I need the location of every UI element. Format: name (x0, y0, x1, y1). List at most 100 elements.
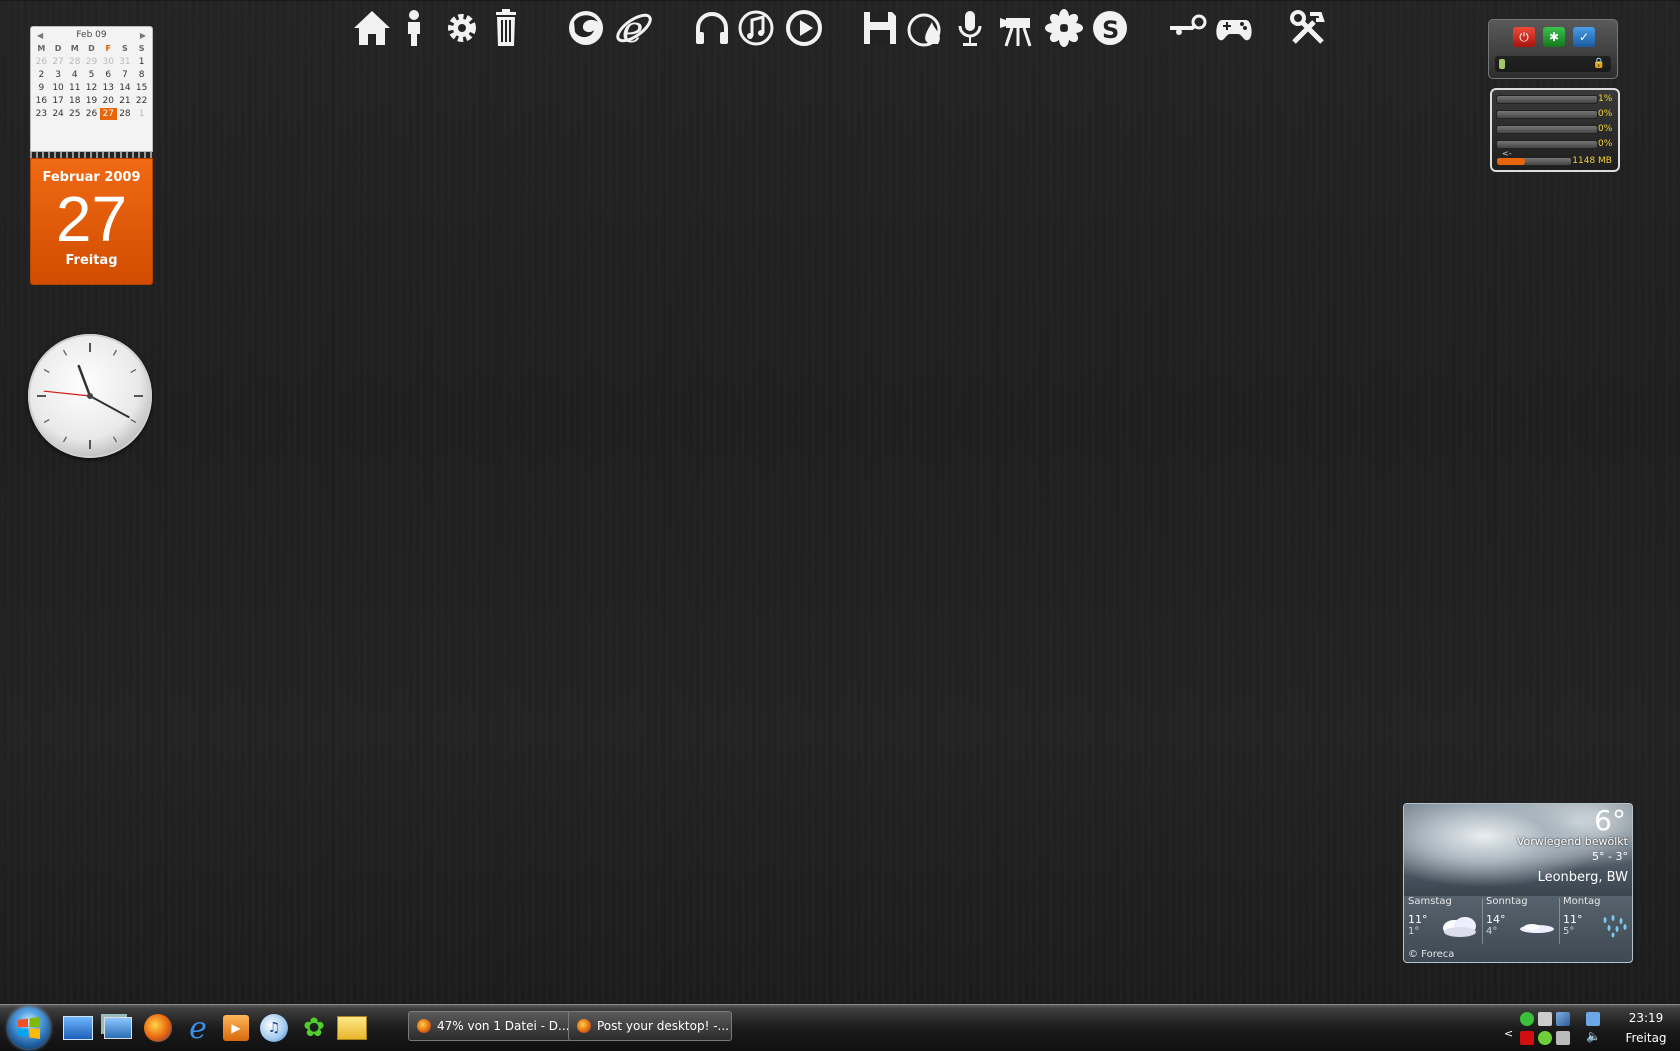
calendar-day-cell[interactable]: 19 (83, 95, 100, 107)
network-tray-icon[interactable] (1556, 1012, 1570, 1026)
video-camera-icon[interactable] (996, 6, 1040, 50)
partly-cloudy-icon (1520, 924, 1554, 933)
calendar-day-cell[interactable]: 27 (99, 108, 117, 120)
sleep-check-icon[interactable]: ✓ (1573, 27, 1595, 47)
calendar-day-cell[interactable]: 15 (133, 82, 150, 94)
calendar-gadget[interactable]: ◀ Feb 09 ▶ M D M D F S S 26 27 28 29 30 31 1 2 3 4 5 6 7 8 9 1… (30, 26, 153, 285)
show-desktop-icon[interactable] (62, 1012, 94, 1044)
media-player-icon[interactable] (782, 6, 826, 50)
icq-icon[interactable]: ✿ (298, 1012, 330, 1044)
calendar-day-cell[interactable]: 21 (117, 95, 134, 107)
headphones-icon[interactable] (690, 6, 734, 50)
start-button[interactable] (8, 1007, 50, 1049)
forecast-divider (1482, 898, 1483, 944)
lock-icon[interactable]: 🔒 (1593, 58, 1605, 69)
calendar-day-cell[interactable]: 29 (83, 56, 100, 68)
forecast-day: Samstag 11° 1° (1408, 896, 1482, 946)
burner-flame-icon[interactable] (904, 6, 948, 50)
calendar-day-cell[interactable]: 1 (133, 108, 150, 120)
firefox-icon[interactable] (564, 6, 608, 50)
steam-tray-icon[interactable] (1538, 1012, 1552, 1026)
taskbar-clock[interactable]: 23:19 Freitag (1618, 1008, 1674, 1048)
microphone-icon[interactable] (948, 6, 992, 50)
user-icon[interactable] (392, 6, 436, 50)
weather-temperature: 6° (1594, 804, 1626, 837)
display-tray-icon[interactable] (1586, 1012, 1600, 1026)
calendar-day-cell[interactable]: 1 (133, 56, 150, 68)
icq-flower-icon[interactable] (1042, 6, 1086, 50)
calendar-day-cell[interactable]: 6 (100, 69, 117, 81)
calendar-day-cell[interactable]: 20 (100, 95, 117, 107)
itunes-icon[interactable] (734, 6, 778, 50)
cpu-core-bar (1496, 124, 1598, 134)
memory-bar-fill (1497, 157, 1526, 165)
media-center-icon[interactable]: ▶ (220, 1012, 252, 1044)
calendar-day-cell[interactable]: 3 (50, 69, 67, 81)
skype-icon[interactable]: S (1088, 6, 1132, 50)
gamepad-icon[interactable] (1212, 6, 1256, 50)
calendar-day-cell[interactable]: 13 (100, 82, 117, 94)
calendar-day-cell[interactable]: 10 (50, 82, 67, 94)
internet-explorer-icon[interactable]: e (182, 1011, 214, 1046)
home-icon[interactable] (350, 6, 394, 50)
forecast-day-name: Sonntag (1486, 896, 1528, 907)
trash-icon[interactable] (484, 6, 528, 50)
calendar-day-cell[interactable]: 24 (50, 108, 67, 120)
calendar-day-cell[interactable]: 25 (66, 108, 83, 120)
clock-gadget[interactable] (28, 334, 152, 458)
calendar-day-cell[interactable]: 5 (83, 69, 100, 81)
calendar-day-cell[interactable]: 30 (100, 56, 117, 68)
calendar-day-cell[interactable]: 26 (33, 56, 50, 68)
tools-icon[interactable] (1286, 6, 1330, 50)
calendar-day-cell[interactable]: 4 (66, 69, 83, 81)
calendar-day-view: Februar 2009 27 Freitag (30, 158, 153, 285)
calendar-day-cell[interactable]: 12 (83, 82, 100, 94)
switch-windows-icon[interactable] (102, 1012, 134, 1044)
mail-icon[interactable] (336, 1012, 368, 1044)
weather-source[interactable]: © Foreca (1408, 949, 1454, 960)
steam-icon[interactable] (1166, 6, 1210, 50)
clock-minute-hand (89, 395, 130, 419)
taskbar-window-button[interactable]: Post your desktop! -... (568, 1011, 732, 1041)
calendar-day-cell[interactable]: 9 (33, 82, 50, 94)
update-tray-icon[interactable] (1538, 1031, 1552, 1045)
save-floppy-icon[interactable] (858, 6, 902, 50)
calendar-day-cell[interactable]: 16 (33, 95, 50, 107)
calendar-day-cell[interactable]: 23 (33, 108, 50, 120)
tray-expand-icon[interactable]: < (1504, 1027, 1513, 1040)
taskbar-window-button[interactable]: 47% von 1 Datei - D... (408, 1011, 572, 1041)
internet-explorer-icon[interactable]: e (612, 6, 656, 50)
winamp-tray-icon[interactable] (1556, 1031, 1570, 1045)
calendar-day-cell[interactable]: 7 (117, 69, 134, 81)
icq-tray-icon[interactable] (1520, 1012, 1534, 1026)
firefox-icon[interactable] (142, 1012, 174, 1044)
calendar-day-cell[interactable]: 8 (133, 69, 150, 81)
previous-month-icon[interactable]: ◀ (37, 31, 43, 40)
calendar-day-cell[interactable]: 27 (50, 56, 67, 68)
weather-gadget[interactable]: 6° Vorwiegend bewölkt 5° - 3° Leonberg, … (1403, 803, 1633, 963)
restart-icon[interactable]: ✱ (1543, 27, 1565, 47)
forecast-day: Montag 11° 5° (1563, 896, 1632, 946)
cpu-core-bar (1496, 109, 1598, 119)
calendar-day-cell[interactable]: 22 (133, 95, 150, 107)
calendar-day-cell[interactable]: 11 (66, 82, 83, 94)
calendar-grid: M D M D F S S 26 27 28 29 30 31 1 2 3 4 5 6 7 8 9 10 11 12 13 14 15… (31, 43, 152, 120)
calendar-day-cell[interactable]: 28 (117, 108, 134, 120)
calendar-day-cell[interactable]: 14 (117, 82, 134, 94)
calendar-day-cell[interactable]: 18 (66, 95, 83, 107)
power-icon[interactable]: ⏻ (1513, 27, 1535, 47)
next-month-icon[interactable]: ▶ (140, 31, 146, 40)
settings-gear-icon[interactable] (440, 6, 484, 50)
ati-tray-icon[interactable] (1520, 1031, 1534, 1045)
weather-location: Leonberg, BW (1537, 870, 1628, 885)
calendar-day-cell[interactable]: 31 (117, 56, 134, 68)
calendar-day-cell[interactable]: 26 (83, 108, 100, 120)
cpu-core-bar (1496, 139, 1598, 149)
volume-icon[interactable]: 🔈 (1586, 1029, 1601, 1043)
calendar-day-cell[interactable]: 17 (50, 95, 67, 107)
itunes-icon[interactable]: ♫ (258, 1012, 290, 1044)
calendar-weekday-header: S (138, 44, 145, 53)
calendar-day-cell[interactable]: 2 (33, 69, 50, 81)
clock-tick (112, 436, 118, 443)
calendar-day-cell[interactable]: 28 (66, 56, 83, 68)
